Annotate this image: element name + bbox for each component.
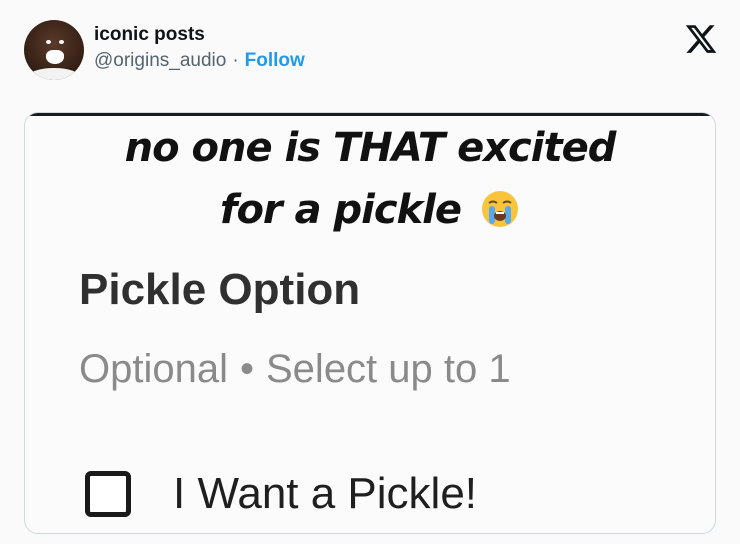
display-name[interactable]: iconic posts bbox=[94, 24, 205, 46]
handle-separator: · bbox=[232, 50, 239, 71]
tweet-media[interactable]: no one is THAT excited for a pickle Pick… bbox=[24, 112, 716, 534]
avatar[interactable] bbox=[24, 20, 84, 80]
select-limit-label: Select up to 1 bbox=[266, 347, 511, 391]
optional-label: Optional bbox=[79, 347, 228, 391]
tweet-card: iconic posts @origins_audio · Follow no on… bbox=[0, 0, 740, 544]
meme-caption-line-2-text: for a pickle bbox=[220, 187, 462, 233]
media-top-border bbox=[25, 113, 715, 116]
handle-row: @origins_audio · Follow bbox=[94, 50, 305, 72]
option-subtitle: Optional • Select up to 1 bbox=[79, 347, 511, 392]
pickle-checkbox[interactable] bbox=[85, 471, 131, 517]
loudly-crying-face-icon bbox=[481, 191, 518, 227]
avatar-eye-right bbox=[59, 40, 64, 44]
avatar-shirt bbox=[28, 68, 80, 80]
tweet-header: iconic posts @origins_audio · Follow bbox=[0, 0, 740, 104]
meme-caption-line-2: for a pickle bbox=[25, 179, 715, 241]
avatar-mouth bbox=[46, 50, 64, 64]
follow-button[interactable]: Follow bbox=[245, 50, 305, 71]
meme-caption-line-1: no one is THAT excited bbox=[124, 125, 617, 171]
option-title: Pickle Option bbox=[79, 265, 361, 314]
pickle-checkbox-row[interactable]: I Want a Pickle! bbox=[85, 469, 477, 519]
x-logo-icon[interactable] bbox=[684, 22, 718, 56]
avatar-eye-left bbox=[46, 40, 51, 44]
bullet-separator: • bbox=[239, 347, 254, 391]
meme-caption: no one is THAT excited for a pickle bbox=[25, 117, 715, 241]
user-handle[interactable]: @origins_audio bbox=[94, 50, 226, 71]
pickle-checkbox-label[interactable]: I Want a Pickle! bbox=[173, 469, 477, 519]
